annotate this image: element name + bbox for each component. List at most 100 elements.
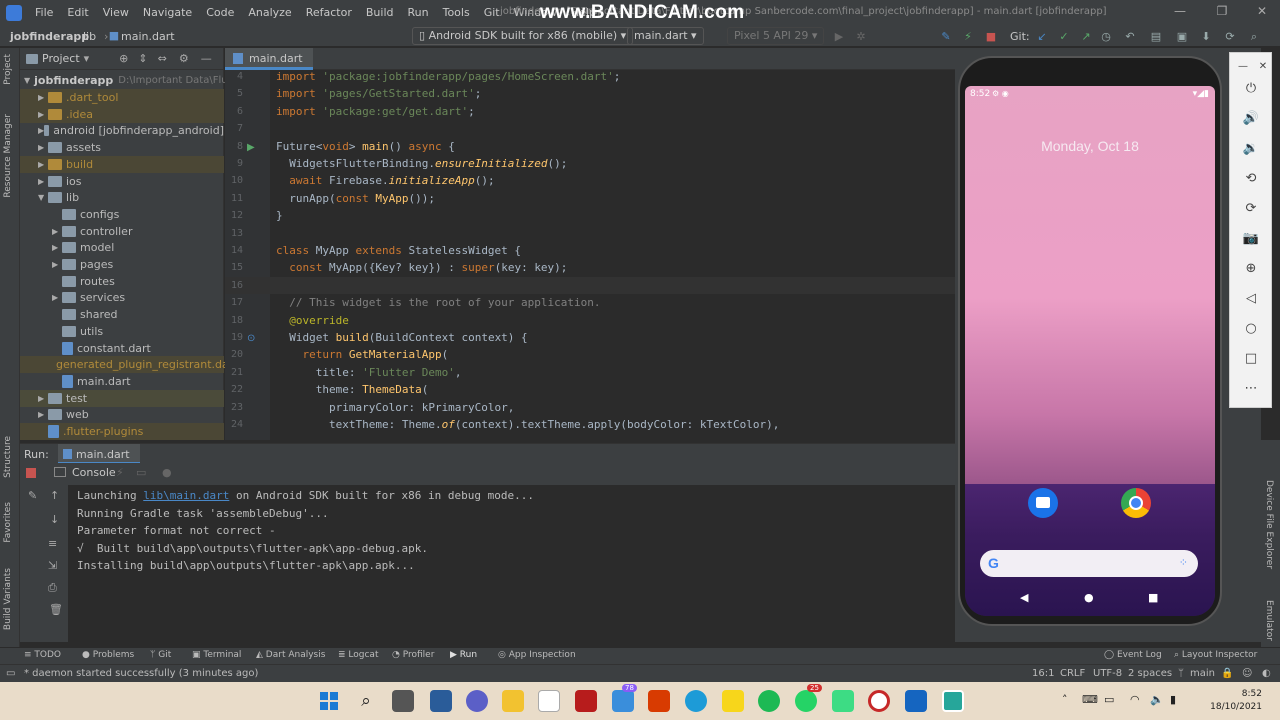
tab-favorites[interactable]: Favorites (3, 502, 13, 543)
status-toggle-icon[interactable]: ▭ (6, 668, 15, 679)
tree-item[interactable]: .flutter-plugins (20, 423, 224, 440)
camera-icon[interactable]: 📷 (1240, 229, 1262, 249)
tree-item[interactable]: ▶ android [jobfinderapp_android] (20, 122, 224, 139)
run-gutter-icon[interactable]: ▶ (247, 142, 255, 153)
overview-icon[interactable]: □ (1240, 349, 1262, 369)
assistant-icon[interactable]: ⁘ (1179, 556, 1188, 569)
mail-icon[interactable]: 78 (612, 684, 637, 712)
tab-event-log[interactable]: ◯ Event Log (1104, 650, 1162, 660)
console-output[interactable]: Launching lib\main.dart on Android SDK b… (68, 485, 955, 642)
debug-icon[interactable]: ✲ (855, 31, 867, 43)
tree-item[interactable]: constant.dart (20, 340, 224, 357)
tab-layout-inspector[interactable]: ⌕ Layout Inspector (1174, 650, 1257, 660)
tab-terminal[interactable]: ▣ Terminal (192, 650, 241, 660)
stop-icon[interactable] (26, 468, 36, 478)
console-tab[interactable]: Console (72, 466, 116, 479)
expand-all-icon[interactable]: ⇕ (138, 52, 147, 65)
battery-icon[interactable]: ▮ (1170, 693, 1176, 706)
tab-logcat[interactable]: ≣ Logcat (338, 650, 378, 660)
collapse-all-icon[interactable]: ⇔ (158, 52, 167, 65)
git-commit-icon[interactable]: ✓ (1058, 31, 1070, 43)
soft-wrap-icon[interactable]: ≡ (48, 537, 57, 550)
office-icon[interactable] (648, 690, 670, 712)
menu-navigate[interactable]: Navigate (136, 6, 199, 19)
tab-profiler[interactable]: ◔ Profiler (392, 650, 434, 660)
close-icon[interactable]: ✕ (1252, 57, 1274, 77)
rollback-icon[interactable]: ↶ (1124, 31, 1136, 43)
menu-tools[interactable]: Tools (436, 6, 477, 19)
screen-icon[interactable]: ▭ (136, 466, 146, 479)
tree-item[interactable]: utils (20, 323, 224, 340)
menu-edit[interactable]: Edit (60, 6, 95, 19)
notification-icon[interactable]: ◐ (1262, 668, 1271, 679)
breadcrumb-project[interactable]: jobfinderapp (10, 30, 89, 43)
status-encoding[interactable]: UTF-8 (1093, 668, 1122, 679)
status-line-separator[interactable]: CRLF (1060, 668, 1085, 679)
menu-refactor[interactable]: Refactor (299, 6, 359, 19)
tab-git[interactable]: ᛘ Git (150, 650, 171, 660)
history-icon[interactable]: ◷ (1100, 31, 1112, 43)
back-icon[interactable]: ◁ (1240, 289, 1262, 309)
tab-resource-manager[interactable]: Resource Manager (3, 114, 13, 198)
tree-item[interactable]: main.dart (20, 373, 224, 390)
flutter-attach-icon[interactable]: ✎ (940, 31, 952, 43)
tree-item[interactable]: ▶ services (20, 289, 224, 306)
close-icon[interactable]: ✕ (1254, 4, 1270, 20)
wifi-icon[interactable]: ◠ (1130, 693, 1140, 706)
tree-root[interactable]: ▼ jobfinderapp D:\Important Data\Flutt (20, 72, 235, 89)
record-app-icon[interactable] (868, 690, 890, 712)
edge-icon[interactable] (685, 690, 707, 712)
volume-icon[interactable]: 🔈 (1150, 693, 1164, 706)
messages-app-icon[interactable] (1028, 488, 1058, 518)
tree-item[interactable]: ▼ lib (20, 189, 224, 206)
breadcrumb-file[interactable]: main.dart (121, 30, 175, 43)
menu-view[interactable]: View (96, 6, 136, 19)
chat-icon[interactable] (466, 690, 488, 712)
home-icon[interactable]: ○ (1240, 319, 1262, 339)
override-gutter-icon[interactable]: ⊙ (247, 333, 255, 344)
run-tab-main-dart[interactable]: main.dart (58, 444, 140, 464)
locate-icon[interactable]: ⊕ (119, 52, 128, 65)
emulator-app-icon[interactable] (942, 690, 964, 712)
phone-screen[interactable]: 8:52 ⚙ ◉ ▾◢▮ Monday, Oct 18 G ⁘ ◀ ● ■ (965, 86, 1215, 616)
display-icon[interactable]: ▭ (1104, 693, 1114, 706)
power-icon[interactable]: ⏻ (1240, 79, 1262, 99)
tab-problems[interactable]: ● Problems (82, 650, 134, 660)
chevron-up-icon[interactable]: ˄ (1062, 693, 1068, 706)
tab-app-inspection[interactable]: ◎ App Inspection (498, 650, 576, 660)
tree-item[interactable]: ▶ test (20, 389, 224, 407)
tab-project[interactable]: Project (3, 54, 13, 85)
run-icon[interactable]: ▶ (833, 31, 845, 43)
record-icon[interactable]: ● (162, 466, 172, 479)
avd-selector[interactable]: Pixel 5 API 29 ▾ (727, 27, 825, 45)
windows-start-icon[interactable] (318, 690, 340, 712)
tree-item[interactable]: ▶ .idea (20, 105, 224, 123)
tab-device-file-explorer[interactable]: Device File Explorer (1264, 480, 1274, 569)
tree-item[interactable]: ▶ model (20, 239, 224, 256)
gear-icon[interactable]: ⚙ (179, 52, 189, 65)
tree-item[interactable]: configs (20, 206, 224, 223)
whatsapp-icon[interactable]: 25 (795, 684, 822, 712)
google-search-bar[interactable]: G ⁘ (980, 550, 1198, 577)
bandicam-app-icon[interactable] (575, 690, 597, 712)
tab-todo[interactable]: ≡ TODO (24, 650, 61, 660)
git-push-icon[interactable]: ↗ (1080, 31, 1092, 43)
tree-item[interactable]: ▶ controller (20, 223, 224, 240)
tab-run[interactable]: ▶ Run (450, 650, 477, 660)
menu-build[interactable]: Build (359, 6, 401, 19)
volume-down-icon[interactable]: 🔉 (1240, 139, 1262, 159)
status-branch[interactable]: main (1190, 668, 1215, 679)
zoom-icon[interactable]: ⊕ (1240, 259, 1262, 279)
sdk-manager-icon[interactable]: ⬇ (1200, 31, 1212, 43)
widgets-icon[interactable] (430, 690, 452, 712)
chevron-down-icon[interactable]: ▾ (84, 52, 90, 65)
tab-dart-analysis[interactable]: ◭ Dart Analysis (256, 650, 325, 660)
tab-build-variants[interactable]: Build Variants (3, 568, 13, 630)
arrow-down-icon[interactable]: ↓ (50, 513, 59, 526)
device-manager-icon[interactable]: ▣ (1176, 31, 1188, 43)
face-icon[interactable]: ☺ (1242, 668, 1252, 679)
maximize-icon[interactable]: ❐ (1214, 4, 1230, 20)
keyboard-icon[interactable]: ⌨ (1082, 693, 1098, 706)
scroll-to-end-icon[interactable]: ⇲ (48, 559, 57, 572)
run-config-selector[interactable]: main.dart ▾ (627, 27, 704, 45)
